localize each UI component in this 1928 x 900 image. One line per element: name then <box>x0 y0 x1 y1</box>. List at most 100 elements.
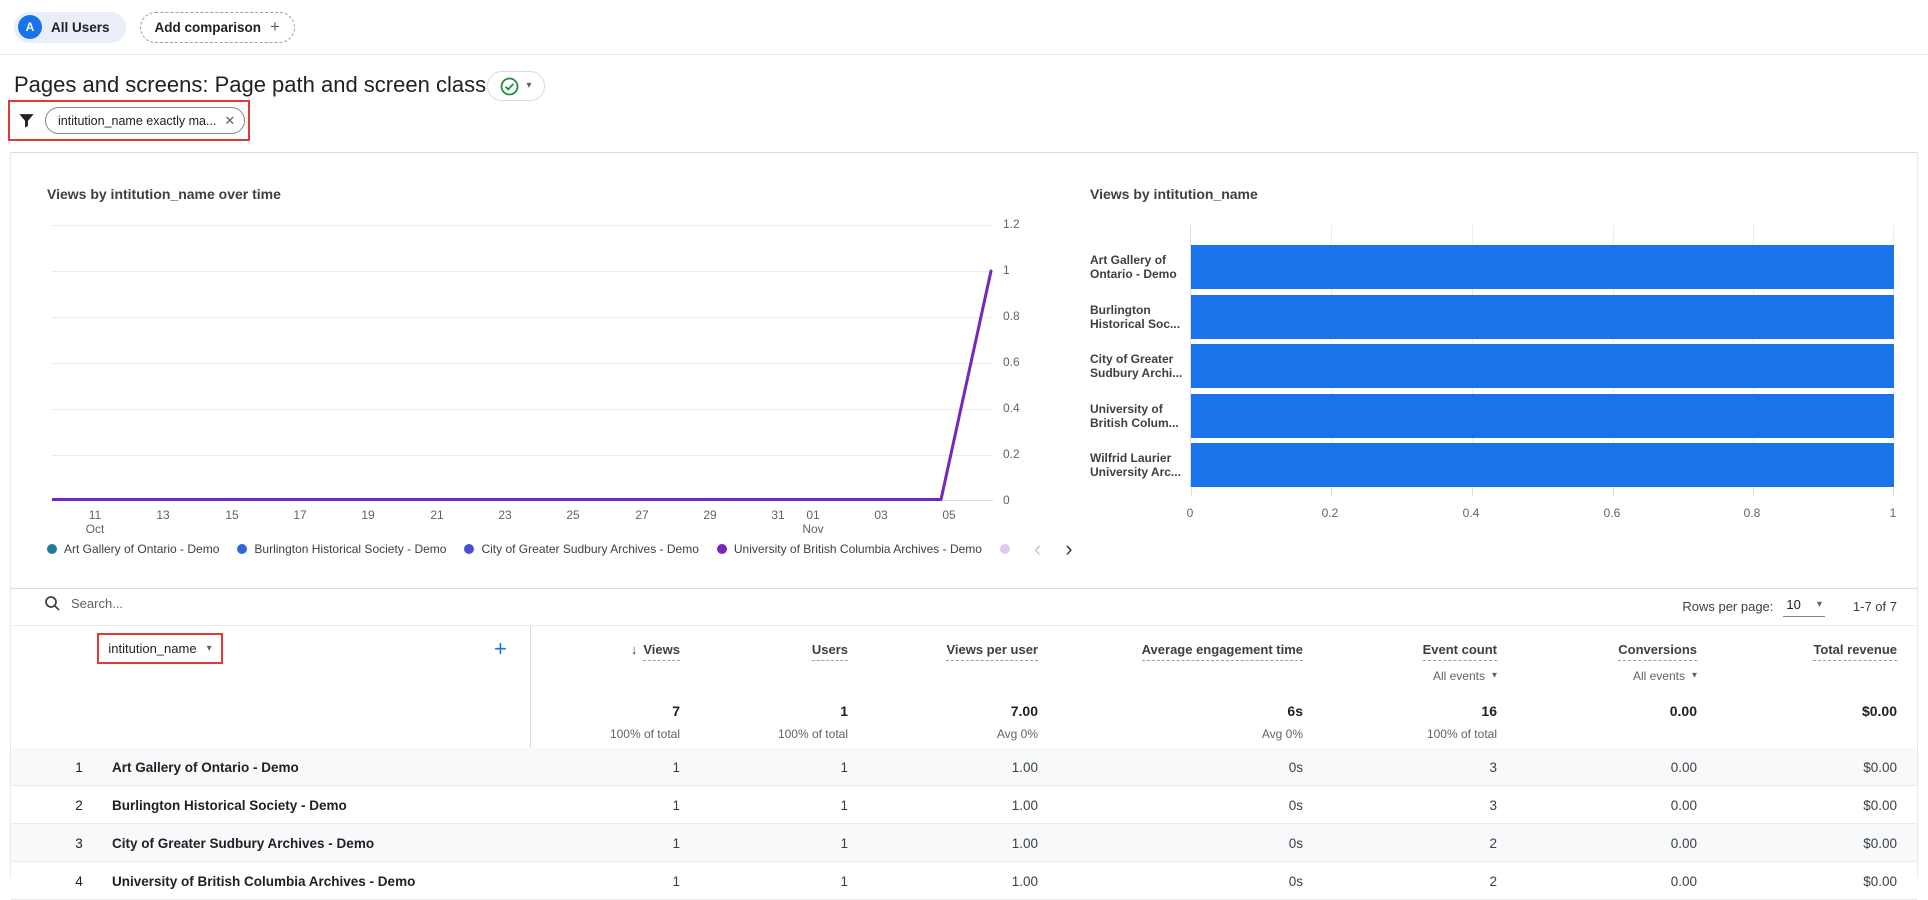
axis-tick-mark <box>1331 488 1332 496</box>
table-row[interactable]: 2 Burlington Historical Society - Demo 1… <box>11 786 1917 824</box>
filter-funnel-icon <box>17 111 36 130</box>
legend-dot <box>464 544 474 554</box>
total-views-sub: 100% of total <box>610 727 680 741</box>
legend-item-truncated[interactable] <box>1000 544 1010 554</box>
line-chart-plot <box>52 225 993 501</box>
x-axis-tick: 0.6 <box>1592 506 1632 520</box>
line-chart-title: Views by intitution_name over time <box>47 186 281 202</box>
filter-annotation-box: intitution_name exactly ma... ✕ <box>8 100 250 141</box>
add-column-button[interactable]: + <box>494 636 507 662</box>
x-axis-tick: 01Nov <box>791 508 835 536</box>
x-axis-tick: 17 <box>278 508 322 522</box>
add-comparison-button[interactable]: Add comparison + <box>140 12 295 43</box>
table-row[interactable]: 3 City of Greater Sudbury Archives - Dem… <box>11 824 1917 862</box>
check-circle-icon <box>500 77 519 96</box>
legend-prev-button[interactable]: ‹ <box>1034 538 1041 560</box>
legend-item[interactable]: Art Gallery of Ontario - Demo <box>47 542 219 556</box>
axis-tick-mark <box>1472 488 1473 496</box>
total-views-per-user-sub: Avg 0% <box>997 727 1038 741</box>
event-count-filter[interactable]: All events ▾ <box>1433 669 1497 683</box>
pagination-count: 1-7 of 7 <box>1853 599 1897 614</box>
conversions-filter[interactable]: All events ▾ <box>1633 669 1697 683</box>
table-top-divider <box>10 588 1918 589</box>
line-series-svg <box>52 225 993 501</box>
legend-item[interactable]: University of British Columbia Archives … <box>717 542 982 556</box>
rows-per-page-select[interactable]: 10 ▾ <box>1783 595 1825 617</box>
bar-category-label: City of GreaterSudbury Archi... <box>1090 352 1186 380</box>
card-right-border <box>1917 152 1918 878</box>
column-header-views[interactable]: ↓ Views <box>631 642 680 661</box>
x-axis-tick: 0 <box>1170 506 1210 520</box>
column-header-conversions[interactable]: Conversions <box>1618 642 1697 661</box>
total-event-count-sub: 100% of total <box>1427 727 1497 741</box>
total-event-count: 16 <box>1481 703 1497 719</box>
search-input[interactable] <box>71 596 491 611</box>
axis-tick-mark <box>1753 488 1754 496</box>
x-axis-tick: 03 <box>859 508 903 522</box>
column-header-views-per-user[interactable]: Views per user <box>946 642 1038 661</box>
column-header-total-revenue[interactable]: Total revenue <box>1813 642 1897 661</box>
table-row[interactable]: 1 Art Gallery of Ontario - Demo 1 1 1.00… <box>11 748 1917 786</box>
x-axis-tick: 27 <box>620 508 664 522</box>
x-axis-tick: 15 <box>210 508 254 522</box>
table-row[interactable]: 4 University of British Columbia Archive… <box>11 862 1917 900</box>
bar-burlington <box>1191 295 1894 339</box>
bar-art-gallery <box>1191 245 1894 289</box>
bar-wilfrid-laurier <box>1191 443 1894 487</box>
total-users: 1 <box>840 703 848 719</box>
y-axis-label: 1.2 <box>1003 217 1020 231</box>
add-comparison-label: Add comparison <box>155 20 262 35</box>
y-axis-label: 0 <box>1003 493 1010 507</box>
bar-category-label: Art Gallery ofOntario - Demo <box>1090 253 1186 281</box>
report-status-pill[interactable]: ▾ <box>487 71 545 101</box>
audience-avatar: A <box>18 15 42 39</box>
x-axis-tick: 21 <box>415 508 459 522</box>
caret-down-icon: ▾ <box>1817 600 1822 610</box>
y-axis-label: 0.6 <box>1003 355 1020 369</box>
legend-item[interactable]: City of Greater Sudbury Archives - Demo <box>464 542 698 556</box>
total-users-sub: 100% of total <box>778 727 848 741</box>
page-title: Pages and screens: Page path and screen … <box>14 72 486 98</box>
all-users-label: All Users <box>51 20 110 35</box>
series-line-university-of-british-columbia <box>52 271 991 500</box>
legend-dot <box>47 544 57 554</box>
bar-ubc <box>1191 394 1894 438</box>
bar-category-label: University ofBritish Colum... <box>1090 402 1186 430</box>
caret-down-icon: ▾ <box>526 81 531 91</box>
all-users-chip[interactable]: A All Users <box>14 12 126 43</box>
top-bar: A All Users Add comparison + <box>0 0 1928 55</box>
axis-tick-mark <box>1613 488 1614 496</box>
filter-chip[interactable]: intitution_name exactly ma... ✕ <box>45 107 245 134</box>
column-header-users[interactable]: Users <box>812 642 848 661</box>
total-revenue: $0.00 <box>1862 703 1897 719</box>
bar-chart-title: Views by intitution_name <box>1090 186 1258 202</box>
x-axis-tick: 25 <box>551 508 595 522</box>
x-axis-tick: 19 <box>346 508 390 522</box>
table-pager: Rows per page: 10 ▾ 1-7 of 7 <box>1682 595 1897 617</box>
bar-sudbury <box>1191 344 1894 388</box>
x-axis-tick: 1 <box>1873 506 1913 520</box>
column-header-event-count[interactable]: Event count <box>1423 642 1497 661</box>
legend-next-button[interactable]: › <box>1065 538 1072 560</box>
legend-item[interactable]: Burlington Historical Society - Demo <box>237 542 446 556</box>
table-header-divider <box>10 625 1918 626</box>
dimension-select-chip[interactable]: intitution_name ▾ <box>97 633 223 664</box>
line-chart-legend: Art Gallery of Ontario - Demo Burlington… <box>47 538 1073 560</box>
total-views: 7 <box>672 703 680 719</box>
y-axis-label: 0.4 <box>1003 401 1020 415</box>
x-axis-tick: 29 <box>688 508 732 522</box>
total-avg-engagement: 6s <box>1287 703 1303 719</box>
y-axis-label: 0.2 <box>1003 447 1020 461</box>
axis-tick-mark <box>1191 488 1192 496</box>
caret-down-icon: ▾ <box>1492 671 1497 681</box>
x-axis-tick: 0.2 <box>1310 506 1350 520</box>
caret-down-icon: ▾ <box>1692 671 1697 681</box>
plus-icon: + <box>270 17 280 37</box>
x-axis-tick: 11Oct <box>73 508 117 536</box>
x-axis-tick: 0.8 <box>1732 506 1772 520</box>
close-icon[interactable]: ✕ <box>224 113 235 129</box>
legend-dot <box>237 544 247 554</box>
column-header-avg-engagement[interactable]: Average engagement time <box>1142 642 1303 661</box>
axis-tick-mark <box>1893 488 1894 496</box>
y-axis-label: 0.8 <box>1003 309 1020 323</box>
